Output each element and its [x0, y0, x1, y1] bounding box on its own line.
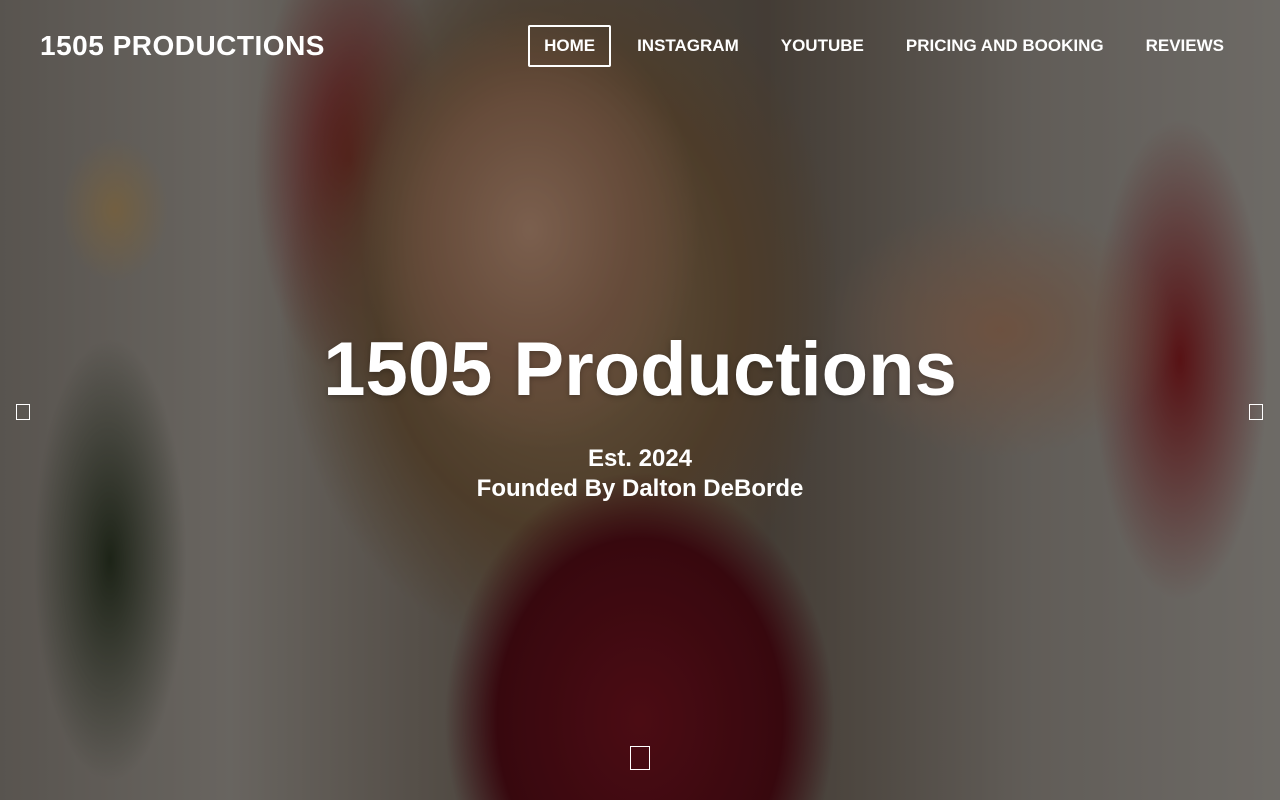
hero-subtitle: Est. 2024 Founded By Dalton DeBorde	[0, 444, 1280, 504]
hero-founder: Founded By Dalton DeBorde	[476, 475, 804, 502]
site-brand-link[interactable]: 1505 PRODUCTIONS	[40, 30, 325, 62]
arrow-right-icon[interactable]	[1249, 404, 1263, 420]
hero-title: 1505 Productions	[323, 327, 957, 412]
hero-established: Est. 2024	[587, 445, 693, 472]
header: 1505 PRODUCTIONS HOME INSTAGRAM YOUTUBE …	[0, 0, 1280, 92]
nav-home[interactable]: HOME	[528, 25, 612, 67]
main-nav: HOME INSTAGRAM YOUTUBE PRICING AND BOOKI…	[522, 25, 1240, 67]
nav-pricing-and-booking[interactable]: PRICING AND BOOKING	[890, 25, 1120, 67]
nav-reviews[interactable]: REVIEWS	[1130, 25, 1240, 67]
nav-youtube[interactable]: YOUTUBE	[765, 25, 880, 67]
arrow-left-icon[interactable]	[16, 404, 30, 420]
scroll-down-icon[interactable]	[630, 746, 650, 770]
nav-instagram[interactable]: INSTAGRAM	[621, 25, 755, 67]
hero-section: 1505 PRODUCTIONS HOME INSTAGRAM YOUTUBE …	[0, 0, 1280, 800]
